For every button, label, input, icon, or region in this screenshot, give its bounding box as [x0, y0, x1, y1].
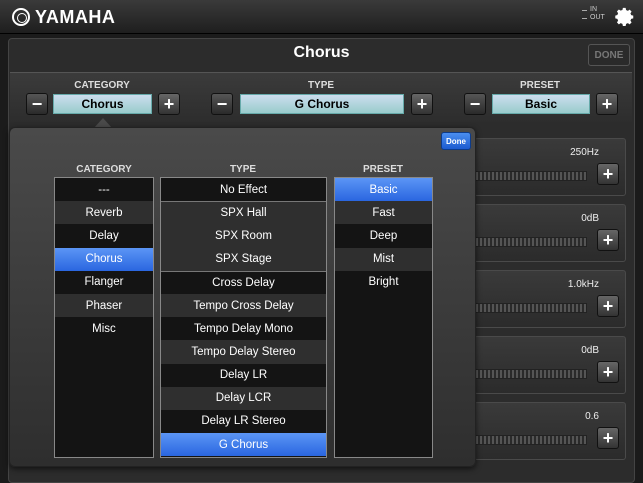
list-item[interactable]: Delay	[55, 224, 153, 247]
out-label: OUT	[590, 14, 605, 21]
list-item[interactable]: Misc	[55, 317, 153, 340]
param-value: 1.0kHz	[567, 279, 599, 290]
list-item[interactable]: Tempo Cross Delay	[161, 293, 326, 318]
list-item[interactable]: ---	[55, 178, 153, 201]
preset-prev-button[interactable]: −	[464, 93, 486, 115]
category-label: CATEGORY	[74, 80, 130, 91]
yamaha-logo-icon	[12, 8, 30, 26]
type-label: TYPE	[307, 80, 335, 91]
param-plus-button[interactable]: +	[597, 427, 619, 449]
preset-label: PRESET	[519, 80, 560, 91]
category-column-header: CATEGORY	[76, 164, 132, 175]
type-prev-button[interactable]: −	[211, 93, 233, 115]
io-indicator: IN OUT	[582, 6, 605, 22]
list-item[interactable]: Mist	[335, 247, 432, 271]
param-panel: 1.0kHz +	[474, 270, 626, 328]
param-plus-button[interactable]: +	[597, 163, 619, 185]
param-slider[interactable]	[475, 237, 587, 247]
list-item[interactable]: Basic	[335, 178, 432, 202]
param-panel: 250Hz +	[474, 138, 626, 196]
category-list: --- Reverb Delay Chorus Flanger Phaser Misc	[54, 177, 154, 458]
list-item[interactable]: Bright	[335, 271, 432, 294]
popover-done-button[interactable]: Done	[441, 132, 471, 150]
preset-next-button[interactable]: +	[596, 93, 618, 115]
list-item[interactable]: Fast	[335, 201, 432, 225]
list-item[interactable]: G Chorus	[161, 433, 326, 457]
yamaha-logo: YAMAHA	[12, 6, 115, 28]
selection-popover: Done CATEGORY TYPE PRESET --- Reverb Delay…	[9, 127, 476, 467]
logo-text: YAMAHA	[35, 6, 116, 27]
param-plus-button[interactable]: +	[597, 229, 619, 251]
list-item[interactable]: Chorus	[55, 247, 153, 271]
list-item[interactable]: Flanger	[55, 271, 153, 294]
list-item[interactable]: Phaser	[55, 293, 153, 318]
list-item[interactable]: Deep	[335, 224, 432, 247]
in-label: IN	[590, 6, 597, 13]
preset-field[interactable]: Basic	[492, 94, 590, 114]
list-item[interactable]: No Effect	[161, 178, 326, 201]
type-field[interactable]: G Chorus	[240, 94, 404, 114]
category-prev-button[interactable]: −	[26, 93, 48, 115]
list-item[interactable]: Delay LCR	[161, 386, 326, 410]
param-value: 0dB	[581, 345, 599, 356]
param-value: 0.6	[585, 411, 599, 422]
param-slider[interactable]	[475, 369, 587, 379]
type-column-header: TYPE	[229, 164, 257, 175]
type-list: No Effect SPX Hall SPX Room SPX Stage Cross …	[160, 177, 327, 458]
param-value: 250Hz	[570, 147, 599, 158]
list-item[interactable]: Cross Delay	[161, 270, 326, 294]
category-field[interactable]: Chorus	[53, 94, 152, 114]
list-item[interactable]: SPX Room	[161, 224, 326, 248]
list-item[interactable]: SPX Stage	[161, 247, 326, 271]
list-item[interactable]: Delay LR Stereo	[161, 410, 326, 433]
param-value: 0dB	[581, 213, 599, 224]
preset-column-header: PRESET	[362, 164, 403, 175]
param-plus-button[interactable]: +	[597, 361, 619, 383]
list-item[interactable]: SPX Hall	[161, 201, 326, 225]
param-slider[interactable]	[475, 171, 587, 181]
param-panel: 0.6 +	[474, 402, 626, 460]
type-next-button[interactable]: +	[411, 93, 433, 115]
param-slider[interactable]	[475, 303, 587, 313]
gear-icon[interactable]	[614, 6, 636, 28]
top-bar: YAMAHA IN OUT	[0, 0, 643, 34]
page-title: Chorus	[293, 44, 350, 61]
category-next-button[interactable]: +	[158, 93, 180, 115]
list-item[interactable]: Reverb	[55, 201, 153, 225]
list-item[interactable]: Tempo Delay Mono	[161, 317, 326, 340]
param-panel: 0dB +	[474, 336, 626, 394]
done-button[interactable]: DONE	[588, 44, 630, 66]
param-slider[interactable]	[475, 435, 587, 445]
preset-list: Basic Fast Deep Mist Bright	[334, 177, 433, 458]
param-plus-button[interactable]: +	[597, 295, 619, 317]
list-item[interactable]: Delay LR	[161, 364, 326, 387]
param-panel: 0dB +	[474, 204, 626, 262]
list-item[interactable]: Tempo Delay Stereo	[161, 340, 326, 364]
